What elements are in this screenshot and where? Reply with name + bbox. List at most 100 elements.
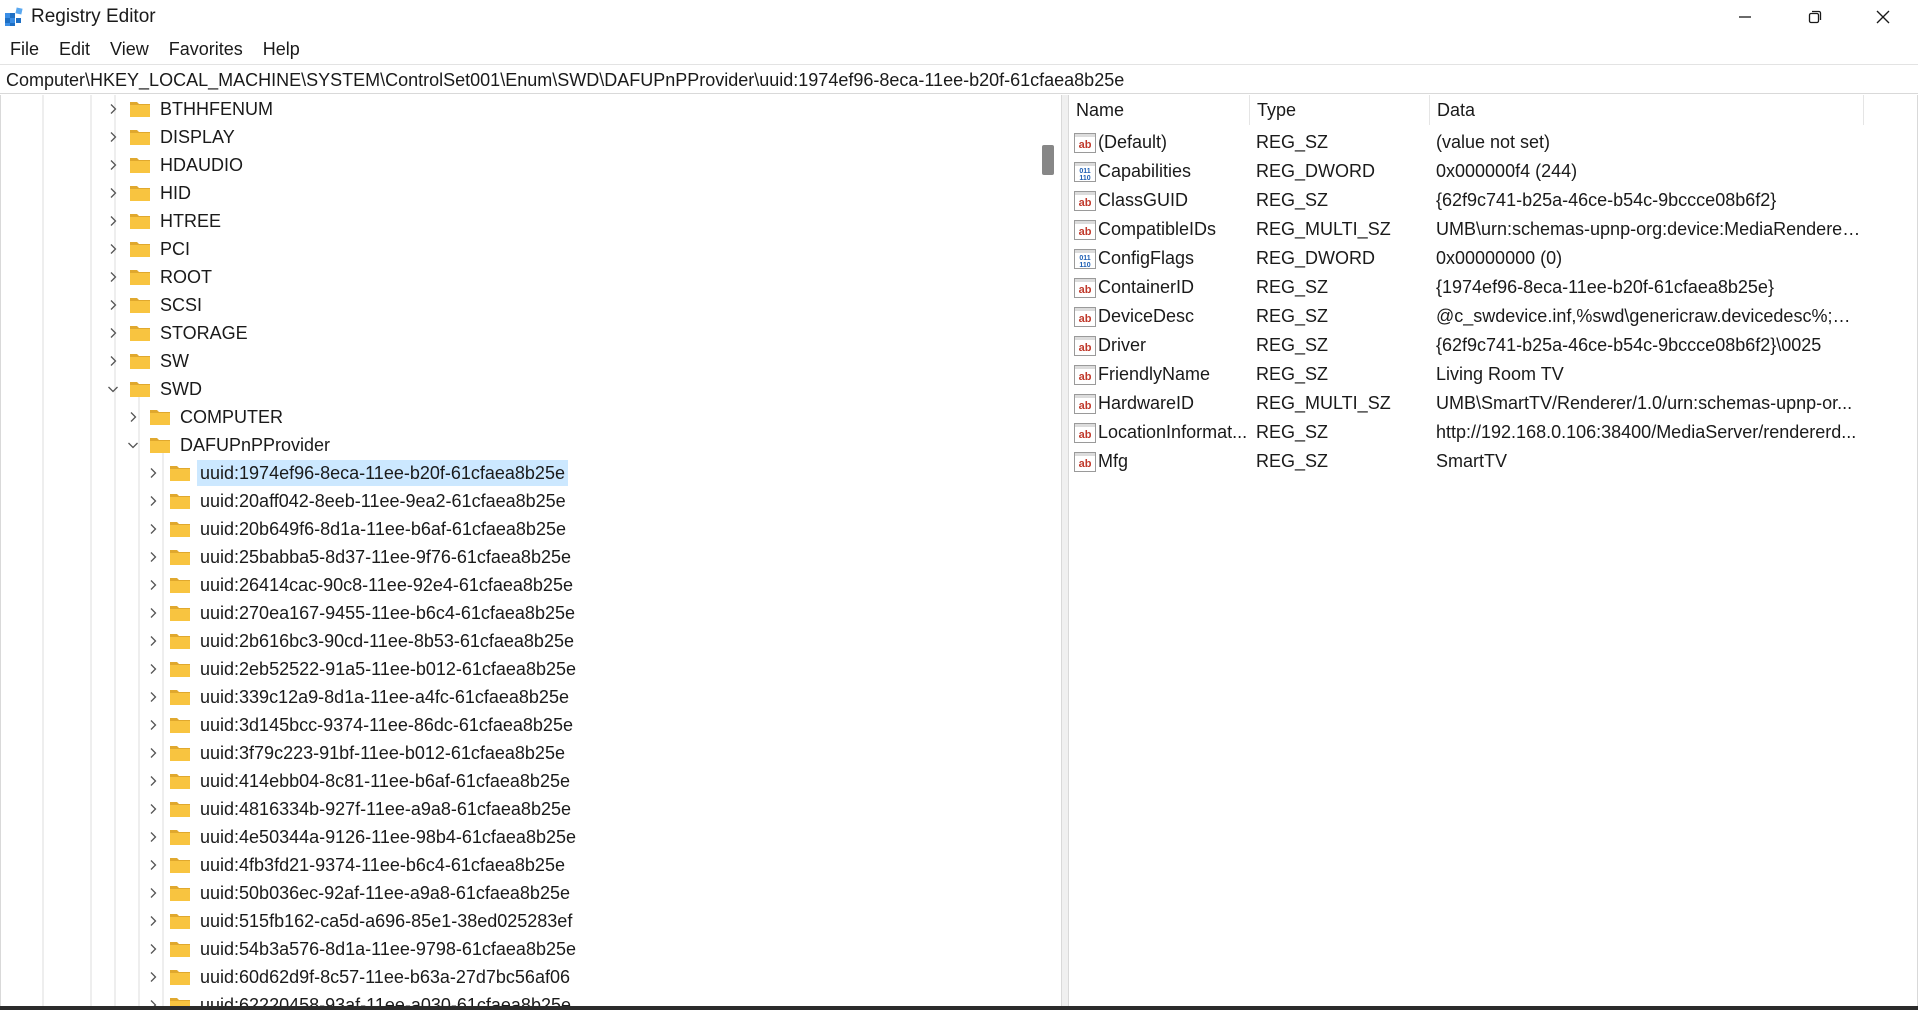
column-header-data[interactable]: Data [1430,95,1864,125]
value-row[interactable]: 011 110 ConfigFlags REG_DWORD 0x00000000 (0) [1069,244,1917,273]
tree-node-label[interactable]: ROOT [157,264,215,290]
tree-node[interactable]: uuid:50b036ec-92af-11ee-a9a8-61cfaea8b25… [145,879,573,907]
tree-node[interactable]: uuid:54b3a576-8d1a-11ee-9798-61cfaea8b25… [145,935,579,963]
value-name-cell[interactable]: 011 110 Capabilities [1069,161,1250,183]
menu-view[interactable]: View [100,34,159,64]
value-row[interactable]: ab (Default) REG_SZ (value not set) [1069,128,1917,157]
tree-node-label[interactable]: uuid:339c12a9-8d1a-11ee-a4fc-61cfaea8b25… [197,684,572,710]
chevron-right-icon[interactable] [145,829,161,845]
value-name-cell[interactable]: ab Driver [1069,335,1250,357]
chevron-right-icon[interactable] [145,465,161,481]
tree-node[interactable]: uuid:20b649f6-8d1a-11ee-b6af-61cfaea8b25… [145,515,569,543]
tree-node[interactable]: STORAGE [105,319,251,347]
chevron-right-icon[interactable] [145,689,161,705]
chevron-right-icon[interactable] [145,577,161,593]
column-header-name[interactable]: Name [1069,95,1250,125]
restore-button[interactable] [1780,0,1850,34]
chevron-right-icon[interactable] [145,549,161,565]
tree-node-label[interactable]: HDAUDIO [157,152,246,178]
tree-node-label[interactable]: uuid:4816334b-927f-11ee-a9a8-61cfaea8b25… [197,796,574,822]
value-row[interactable]: ab ClassGUID REG_SZ {62f9c741-b25a-46ce-b54… [1069,186,1917,215]
tree-node-label[interactable]: uuid:2b616bc3-90cd-11ee-8b53-61cfaea8b25… [197,628,577,654]
address-input[interactable] [6,68,1906,92]
value-row[interactable]: ab ContainerID REG_SZ {1974ef96-8eca-11ee-b… [1069,273,1917,302]
chevron-right-icon[interactable] [125,409,141,425]
tree-node[interactable]: HDAUDIO [105,151,246,179]
chevron-right-icon[interactable] [105,213,121,229]
tree-node-label[interactable]: uuid:20b649f6-8d1a-11ee-b6af-61cfaea8b25… [197,516,569,542]
value-name-cell[interactable]: ab CompatibleIDs [1069,219,1250,241]
value-name-cell[interactable]: ab HardwareID [1069,393,1250,415]
tree-node[interactable]: uuid:1974ef96-8eca-11ee-b20f-61cfaea8b25… [145,459,568,487]
tree-node-label[interactable]: DISPLAY [157,124,238,150]
menu-file[interactable]: File [0,34,49,64]
value-name-cell[interactable]: ab FriendlyName [1069,364,1250,386]
tree-node-label[interactable]: STORAGE [157,320,251,346]
values-pane[interactable]: Name Type Data ab (Default) REG_SZ (value n… [1068,95,1918,1010]
chevron-right-icon[interactable] [105,325,121,341]
column-header-type[interactable]: Type [1250,95,1430,125]
chevron-right-icon[interactable] [145,717,161,733]
tree-node-label[interactable]: uuid:2eb52522-91a5-11ee-b012-61cfaea8b25… [197,656,579,682]
tree-node[interactable]: DISPLAY [105,123,238,151]
value-row[interactable]: ab LocationInformat... REG_SZ http://192.16… [1069,418,1917,447]
chevron-down-icon[interactable] [125,437,141,453]
tree-node-label[interactable]: uuid:3d145bcc-9374-11ee-86dc-61cfaea8b25… [197,712,576,738]
tree-node[interactable]: ROOT [105,263,215,291]
chevron-right-icon[interactable] [145,857,161,873]
key-tree-pane[interactable]: BTHHFENUM DISPLAY HDAUDIO HID HTREE PCI ROOT SC… [0,95,1062,1010]
value-name-cell[interactable]: ab DeviceDesc [1069,306,1250,328]
tree-node[interactable]: uuid:339c12a9-8d1a-11ee-a4fc-61cfaea8b25… [145,683,572,711]
chevron-right-icon[interactable] [145,913,161,929]
menu-edit[interactable]: Edit [49,34,100,64]
value-name-cell[interactable]: 011 110 ConfigFlags [1069,248,1250,270]
close-button[interactable] [1848,0,1918,34]
chevron-right-icon[interactable] [145,745,161,761]
tree-node[interactable]: COMPUTER [125,403,286,431]
chevron-right-icon[interactable] [105,157,121,173]
chevron-right-icon[interactable] [145,605,161,621]
tree-node[interactable]: uuid:26414cac-90c8-11ee-92e4-61cfaea8b25… [145,571,576,599]
tree-scrollbar[interactable] [1035,95,1061,1009]
tree-node[interactable]: uuid:20aff042-8eeb-11ee-9ea2-61cfaea8b25… [145,487,569,515]
tree-node-label[interactable]: uuid:270ea167-9455-11ee-b6c4-61cfaea8b25… [197,600,578,626]
tree-node-label[interactable]: COMPUTER [177,404,286,430]
tree-scrollbar-thumb[interactable] [1042,145,1054,175]
value-name-cell[interactable]: ab (Default) [1069,132,1250,154]
tree-node-label[interactable]: uuid:515fb162-ca5d-a696-85e1-38ed025283e… [197,908,575,934]
tree-node[interactable]: uuid:25babba5-8d37-11ee-9f76-61cfaea8b25… [145,543,574,571]
tree-node[interactable]: SWD [105,375,205,403]
tree-node[interactable]: uuid:60d62d9f-8c57-11ee-b63a-27d7bc56af0… [145,963,573,991]
value-name-cell[interactable]: ab ContainerID [1069,277,1250,299]
tree-node-label[interactable]: uuid:1974ef96-8eca-11ee-b20f-61cfaea8b25… [197,460,568,486]
value-row[interactable]: 011 110 Capabilities REG_DWORD 0x000000f4 (2… [1069,157,1917,186]
chevron-right-icon[interactable] [145,521,161,537]
tree-node-label[interactable]: uuid:54b3a576-8d1a-11ee-9798-61cfaea8b25… [197,936,579,962]
chevron-right-icon[interactable] [145,969,161,985]
chevron-down-icon[interactable] [105,381,121,397]
tree-node-label[interactable]: SW [157,348,192,374]
tree-node[interactable]: uuid:3f79c223-91bf-11ee-b012-61cfaea8b25… [145,739,568,767]
tree-node[interactable]: HID [105,179,194,207]
tree-node-label[interactable]: uuid:26414cac-90c8-11ee-92e4-61cfaea8b25… [197,572,576,598]
tree-node-label[interactable]: BTHHFENUM [157,96,276,122]
tree-node-label[interactable]: uuid:25babba5-8d37-11ee-9f76-61cfaea8b25… [197,544,574,570]
chevron-right-icon[interactable] [105,297,121,313]
value-row[interactable]: ab CompatibleIDs REG_MULTI_SZ UMB\urn:schem… [1069,215,1917,244]
chevron-right-icon[interactable] [105,353,121,369]
tree-node[interactable]: PCI [105,235,193,263]
value-name-cell[interactable]: ab LocationInformat... [1069,422,1250,444]
tree-node[interactable]: uuid:2eb52522-91a5-11ee-b012-61cfaea8b25… [145,655,579,683]
tree-node[interactable]: uuid:4fb3fd21-9374-11ee-b6c4-61cfaea8b25… [145,851,568,879]
tree-node[interactable]: uuid:2b616bc3-90cd-11ee-8b53-61cfaea8b25… [145,627,577,655]
chevron-right-icon[interactable] [145,633,161,649]
tree-node[interactable]: HTREE [105,207,224,235]
tree-node[interactable]: uuid:3d145bcc-9374-11ee-86dc-61cfaea8b25… [145,711,576,739]
value-row[interactable]: ab Driver REG_SZ {62f9c741-b25a-46ce-b54c-9… [1069,331,1917,360]
chevron-right-icon[interactable] [105,129,121,145]
tree-node-label[interactable]: uuid:60d62d9f-8c57-11ee-b63a-27d7bc56af0… [197,964,573,990]
value-row[interactable]: ab FriendlyName REG_SZ Living Room TV [1069,360,1917,389]
value-row[interactable]: ab HardwareID REG_MULTI_SZ UMB\SmartTV/Rend… [1069,389,1917,418]
tree-node[interactable]: SW [105,347,192,375]
menu-favorites[interactable]: Favorites [159,34,253,64]
